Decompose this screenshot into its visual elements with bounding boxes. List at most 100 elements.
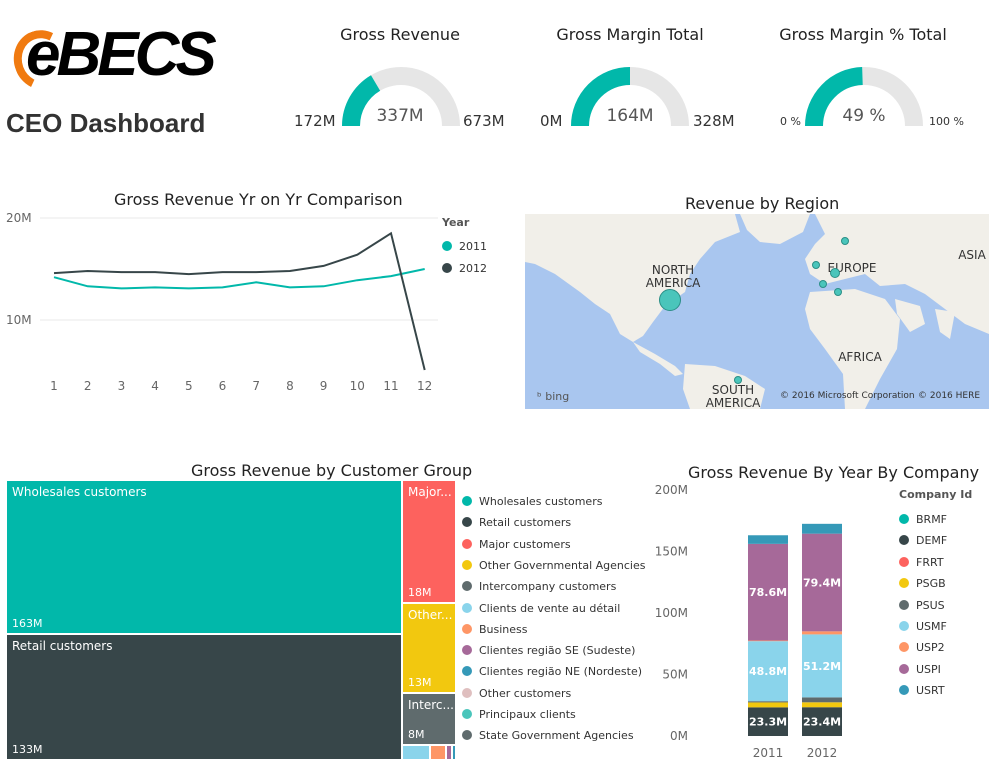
legend-dot (462, 709, 472, 719)
legend-dot (462, 687, 472, 698)
treemap-cell-label: Retail customers (12, 639, 113, 653)
bar-chart-plot: 0M 50M 100M 150M 200M 23.3M 48.8M 78.6M 2011 23.4… (655, 483, 842, 760)
legend-dot (899, 685, 909, 696)
map-bubble-south-america[interactable] (734, 376, 742, 384)
legend-dot (899, 514, 909, 524)
gauge-max: 100 % (929, 115, 964, 128)
legend-dot (462, 645, 472, 656)
map-bubble-europe-north[interactable] (841, 237, 849, 245)
legend-item[interactable]: Other customers (462, 687, 571, 700)
legend-item[interactable]: USRT (899, 684, 945, 697)
legend-dot (899, 663, 909, 674)
x-tick-label: 2011 (753, 746, 784, 760)
data-label: 48.8M (749, 665, 787, 678)
gauge-value: 164M (606, 106, 654, 126)
treemap-cell-wholesales[interactable]: Wholesales customers 163M (6, 480, 402, 634)
legend-item[interactable]: Clientes região SE (Sudeste) (462, 644, 635, 657)
legend-label: State Government Agencies (479, 729, 634, 743)
x-tick-label: 4 (151, 379, 159, 393)
legend-item[interactable]: Business (462, 623, 528, 636)
legend-item[interactable]: PSUS (899, 599, 945, 612)
page-title: CEO Dashboard (6, 108, 206, 138)
map-bubble-north-america[interactable] (659, 289, 681, 311)
y-tick-label: 200M (655, 483, 688, 497)
data-label: 23.4M (803, 716, 841, 729)
legend-item[interactable]: Principaux clients (462, 708, 576, 721)
x-tick-label: 3 (118, 379, 126, 393)
x-tick-label: 5 (185, 379, 193, 393)
treemap-cell-major[interactable]: Major... 18M (402, 480, 456, 603)
series-line-2012 (53, 231, 426, 371)
legend-item-2012[interactable]: 2012 (442, 262, 487, 275)
bar-segment-PSUS (802, 697, 842, 703)
map-bubble-europe-south[interactable] (834, 288, 842, 296)
y-tick-label: 0M (670, 729, 688, 743)
y-tick-label: 150M (655, 545, 688, 559)
map-label-south-america: SOUTH AMERICA (705, 383, 761, 410)
map-bubble-europe-uk[interactable] (812, 261, 820, 269)
legend-item[interactable]: USP2 (899, 641, 945, 654)
gauge-max: 328M (693, 112, 735, 130)
revenue-map[interactable]: NORTH AMERICA EUROPE ASIA AFRICA SOUTH A… (525, 214, 989, 409)
legend-item[interactable]: Clientes região NE (Nordeste) (462, 665, 642, 678)
legend-label: Intercompany customers (479, 580, 617, 594)
gauge-value: 49 % (842, 106, 886, 126)
legend-item-2011[interactable]: 2011 (442, 240, 487, 253)
gauge-min: 0M (540, 112, 563, 130)
map-label-asia: ASIA (958, 248, 986, 262)
legend-dot (462, 602, 472, 613)
treemap-cell-other-gov[interactable]: Other... 13M (402, 603, 456, 693)
treemap-cell-value: 163M (12, 617, 43, 630)
x-tick-label: 11 (383, 379, 398, 393)
legend-dot (462, 623, 472, 634)
treemap-cell-intercompany[interactable]: Interc... 8M (402, 693, 456, 745)
legend-item[interactable]: BRMF (899, 513, 947, 526)
legend-item[interactable]: State Government Agencies (462, 729, 634, 742)
legend-item[interactable]: USPI (899, 663, 941, 676)
legend-dot (462, 730, 472, 741)
legend-item[interactable]: Other Governmental Agencies (462, 559, 645, 572)
treemap-cell-value: 133M (12, 743, 43, 756)
data-label: 78.6M (749, 586, 787, 599)
bar-segment-USP2 (748, 640, 788, 642)
legend-item[interactable]: Major customers (462, 538, 571, 551)
x-tick-label: 6 (219, 379, 227, 393)
map-bubble-europe-central[interactable] (830, 268, 840, 278)
treemap-cell-label: Wholesales customers (12, 485, 147, 499)
legend-item[interactable]: FRRT (899, 556, 944, 569)
legend-label: USP2 (916, 641, 945, 655)
legend-label: 2011 (459, 240, 487, 253)
map-land (525, 214, 989, 409)
legend-dot (462, 538, 472, 549)
legend-item[interactable]: Retail customers (462, 516, 571, 529)
legend-item[interactable]: DEMF (899, 534, 947, 547)
legend-label: PSGB (916, 577, 946, 591)
data-label: 23.3M (749, 716, 787, 729)
legend-dot (462, 666, 472, 677)
legend-label: Wholesales customers (479, 495, 603, 508)
legend-item[interactable]: Clients de vente au détail (462, 602, 620, 615)
legend-dot (899, 556, 909, 567)
legend-item[interactable]: USMF (899, 620, 947, 633)
gauge-max: 673M (463, 112, 505, 130)
treemap-cell-small[interactable] (402, 745, 430, 760)
legend-dot (899, 578, 909, 589)
legend-dot (899, 621, 909, 631)
map-bubble-europe-west[interactable] (819, 280, 827, 288)
treemap-cell-value: 13M (408, 676, 432, 689)
legend-label: 2012 (459, 262, 487, 275)
treemap-cell-small[interactable] (430, 745, 446, 760)
legend-item[interactable]: Intercompany customers (462, 580, 616, 593)
x-tick-label: 2012 (807, 746, 838, 760)
treemap-cell-label: Interc... (408, 698, 454, 712)
legend-item[interactable]: PSGB (899, 577, 946, 590)
legend-item[interactable]: Wholesales customers (462, 495, 602, 508)
legend-dot (462, 559, 472, 570)
treemap-cell-retail[interactable]: Retail customers 133M (6, 634, 402, 760)
x-tick-label: 10 (350, 379, 365, 393)
gauge-value: 337M (376, 106, 424, 126)
bing-text: bing (545, 390, 570, 403)
legend-label: BRMF (916, 513, 948, 526)
data-label: 51.2M (803, 660, 841, 673)
treemap-cell-small[interactable] (452, 745, 456, 760)
